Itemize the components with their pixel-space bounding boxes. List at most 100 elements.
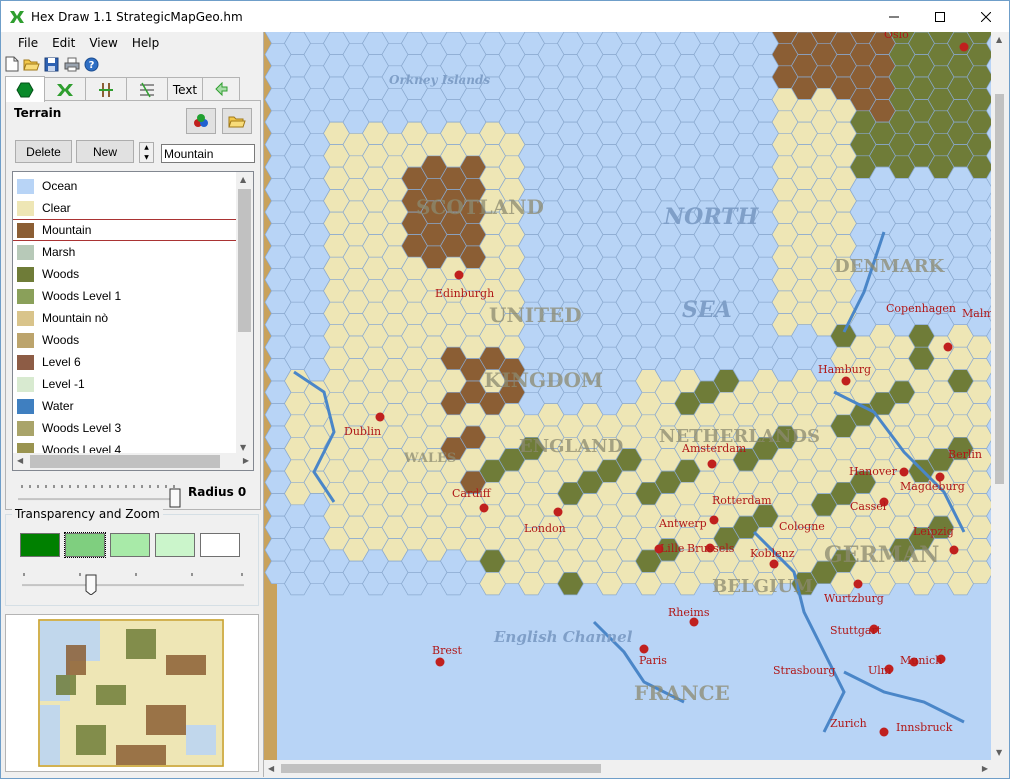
- zoom-slider[interactable]: [20, 571, 246, 595]
- terrain-name-input[interactable]: [161, 144, 255, 163]
- city-marker: [479, 503, 489, 513]
- menu-view[interactable]: View: [82, 34, 124, 52]
- terrain-swatch: [17, 200, 34, 216]
- minimap-region: [76, 725, 106, 755]
- maximize-icon: [935, 11, 945, 22]
- terrain-item[interactable]: Clear: [13, 197, 238, 219]
- help-button[interactable]: ?: [83, 56, 100, 73]
- terrain-item[interactable]: Ocean: [13, 175, 238, 197]
- hex-map-area[interactable]: SCOTLAND UNITED KINGDOM ENGLAND WALES NORTH SE…: [263, 32, 1008, 777]
- terrain-item[interactable]: Mountain: [13, 219, 238, 241]
- city-marker: [435, 657, 445, 667]
- scroll-right-icon[interactable]: ▶: [982, 764, 988, 773]
- terrain-swatch: [17, 354, 34, 370]
- map-label-city: Cardiff: [452, 487, 492, 500]
- terrain-item-label: Level 6: [42, 355, 81, 369]
- hex-map-canvas[interactable]: SCOTLAND UNITED KINGDOM ENGLAND WALES NORTH SE…: [264, 32, 992, 760]
- scroll-thumb[interactable]: [30, 455, 220, 468]
- open-image-button[interactable]: [222, 108, 252, 134]
- tab-export[interactable]: [202, 77, 240, 101]
- print-button[interactable]: [63, 56, 80, 73]
- open-file-button[interactable]: [23, 56, 40, 73]
- scroll-up-icon[interactable]: ▲: [240, 175, 246, 184]
- new-terrain-button[interactable]: New: [76, 140, 134, 163]
- menu-help[interactable]: Help: [125, 34, 166, 52]
- terrain-item[interactable]: Woods Level 1: [13, 285, 238, 307]
- scroll-right-icon[interactable]: ▶: [243, 456, 249, 465]
- new-file-button[interactable]: [3, 56, 20, 73]
- transparency-level-button[interactable]: [20, 533, 60, 557]
- delete-button[interactable]: Delete: [15, 140, 72, 163]
- terrain-list[interactable]: Ocean Clear Mountain Marsh Woods Woods Level …: [12, 171, 254, 471]
- scroll-left-icon[interactable]: ◀: [17, 456, 23, 465]
- map-vscroll[interactable]: ▲ ▼: [991, 32, 1008, 760]
- terrain-list-vscroll[interactable]: ▲ ▼: [236, 172, 253, 455]
- scroll-thumb[interactable]: [995, 94, 1004, 484]
- spinner-up-icon[interactable]: ▲: [140, 143, 153, 153]
- terrain-item[interactable]: Mountain nò: [13, 307, 238, 329]
- layers-icon: [140, 82, 154, 97]
- transparency-level-button[interactable]: [200, 533, 240, 557]
- scroll-thumb[interactable]: [238, 189, 251, 332]
- map-label-city: Antwerp: [658, 517, 707, 530]
- terrain-list-hscroll[interactable]: ◀ ▶: [13, 453, 253, 470]
- window-title: Hex Draw 1.1 StrategicMapGeo.hm: [31, 9, 243, 24]
- terrain-item[interactable]: Level -1: [13, 373, 238, 395]
- terrain-item[interactable]: Water: [13, 395, 238, 417]
- menu-edit[interactable]: Edit: [45, 34, 82, 52]
- terrain-item-label: Ocean: [42, 179, 78, 193]
- color-picker-button[interactable]: [186, 108, 216, 134]
- terrain-swatch: [17, 266, 34, 282]
- transparency-level-button[interactable]: [110, 533, 150, 557]
- map-label-city: Dublin: [344, 425, 381, 438]
- minimap-region: [116, 745, 166, 765]
- scroll-left-icon[interactable]: ◀: [268, 764, 274, 773]
- map-label-city: Malmo: [962, 307, 992, 320]
- map-label-city: Berlin: [948, 448, 982, 461]
- close-button[interactable]: [963, 1, 1009, 32]
- terrain-item[interactable]: Woods: [13, 263, 238, 285]
- transparency-level-button[interactable]: [155, 533, 195, 557]
- terrain-item[interactable]: Marsh: [13, 241, 238, 263]
- save-button[interactable]: [43, 56, 60, 73]
- tab-road[interactable]: [85, 77, 127, 101]
- terrain-swatch: [17, 310, 34, 326]
- map-hscroll[interactable]: ◀ ▶: [264, 760, 992, 777]
- terrain-swatch: [17, 332, 34, 348]
- city-marker: [454, 270, 464, 280]
- terrain-item[interactable]: Level 6: [13, 351, 238, 373]
- transparency-level-button[interactable]: [64, 532, 106, 558]
- scroll-up-icon[interactable]: ▲: [996, 35, 1002, 44]
- tab-layers[interactable]: [126, 77, 168, 101]
- terrain-item[interactable]: Woods: [13, 329, 238, 351]
- minimap-region: [40, 705, 60, 765]
- overview-minimap[interactable]: [5, 614, 259, 772]
- tab-text[interactable]: Text: [167, 77, 203, 101]
- minimize-icon: [889, 16, 899, 17]
- map-label-city: Copenhagen: [886, 302, 956, 315]
- terrain-panel: Terrain Delete New ▲ ▼ Ocean Clear Mountai…: [5, 100, 261, 510]
- terrain-swatch: [17, 420, 34, 436]
- maximize-button[interactable]: [917, 1, 963, 32]
- tab-hexside[interactable]: [44, 77, 86, 101]
- map-label-city: Oslo: [884, 32, 909, 41]
- scroll-thumb[interactable]: [281, 764, 601, 773]
- minimap-canvas[interactable]: [6, 615, 258, 771]
- tab-terrain[interactable]: [5, 76, 45, 102]
- map-label-country: BELGIUM: [712, 576, 813, 597]
- toolbar: ?: [3, 54, 100, 74]
- tool-tabs: Text: [5, 76, 261, 102]
- terrain-item-label: Woods: [42, 333, 80, 347]
- radius-slider[interactable]: [16, 479, 181, 509]
- map-label-city: Hanover: [849, 465, 898, 478]
- terrain-item-label: Woods Level 3: [42, 421, 122, 435]
- minimap-region: [166, 655, 206, 675]
- order-spinner[interactable]: ▲ ▼: [139, 142, 154, 163]
- terrain-item[interactable]: Woods Level 3: [13, 417, 238, 439]
- save-icon: [44, 57, 59, 71]
- scroll-down-icon[interactable]: ▼: [996, 748, 1002, 757]
- menu-file[interactable]: File: [11, 34, 45, 52]
- spinner-down-icon[interactable]: ▼: [140, 153, 153, 163]
- minimize-button[interactable]: [871, 1, 917, 32]
- scroll-down-icon[interactable]: ▼: [240, 443, 246, 452]
